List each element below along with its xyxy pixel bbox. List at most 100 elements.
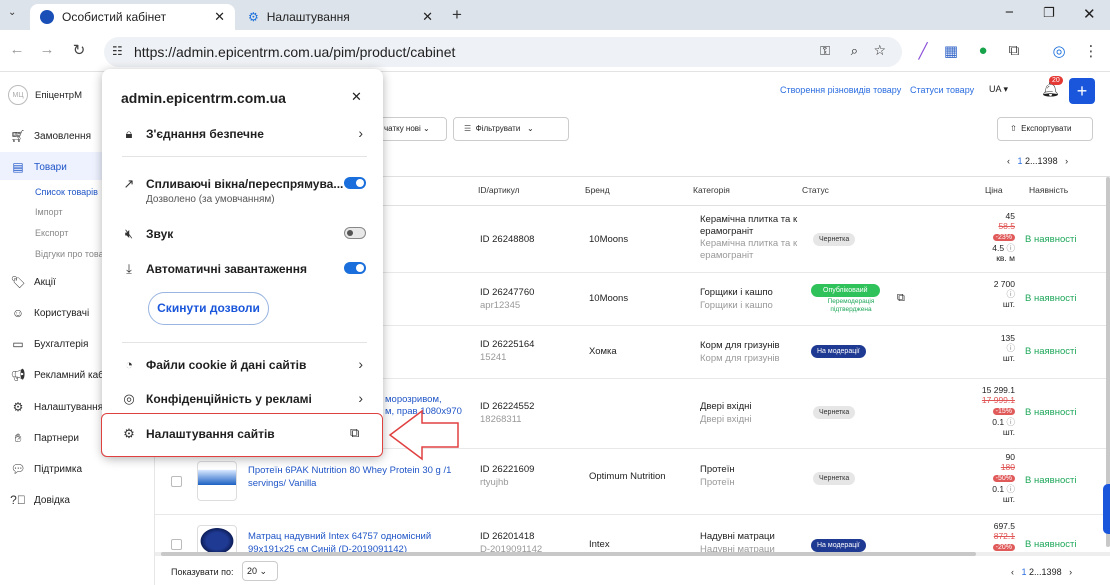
site-info-icon[interactable]: ☷	[112, 44, 123, 58]
grammarly-icon[interactable]: ●	[972, 42, 994, 59]
promo-icon: 🏷︎	[10, 275, 26, 289]
sidebar-subitem-import[interactable]: Імпорт	[35, 207, 63, 217]
tab-title: Налаштування	[266, 10, 350, 24]
product-brand: Intex	[589, 539, 610, 550]
zoom-icon[interactable]: ⌕	[851, 43, 858, 59]
tab-list-button[interactable]: ⌄	[8, 7, 16, 18]
forward-icon[interactable]: →	[36, 41, 58, 58]
info-icon[interactable]: ⓘ	[1006, 484, 1015, 494]
divider	[122, 156, 367, 157]
filter-icon: ☰	[464, 124, 472, 133]
sidebar-item-orders[interactable]: 🛒︎ Замовлення	[10, 129, 91, 143]
pen-extension-icon[interactable]: ╱	[912, 42, 934, 60]
language-select[interactable]: UA ▾	[989, 84, 1008, 95]
address-bar[interactable]: ☷ https://admin.epicentrm.com.ua/pim/pro…	[104, 37, 902, 67]
current-page[interactable]: 1	[1018, 156, 1023, 166]
new-tab-button[interactable]: +	[452, 5, 462, 25]
per-page-label: Показувати по:	[171, 567, 234, 577]
sidebar-item-accounting[interactable]: ▭ Бухгалтерія	[10, 337, 88, 351]
current-page[interactable]: 1	[1022, 567, 1027, 577]
back-icon[interactable]: ←	[6, 41, 28, 58]
key-icon[interactable]: ⚿	[820, 43, 830, 59]
close-tab-icon[interactable]: ✕	[422, 9, 433, 25]
copy-icon[interactable]: ⧉	[897, 292, 905, 305]
cookies-item[interactable]: ◔ Файли cookie й дані сайтів	[122, 357, 306, 372]
minimize-button[interactable]: −	[1005, 4, 1014, 21]
sidebar-item-support[interactable]: 💬︎ Підтримка	[10, 462, 82, 476]
sidebar-item-help[interactable]: ?⃝ Довідка	[10, 493, 70, 507]
link-create-variants[interactable]: Створення різновидів товару	[780, 85, 901, 95]
availability: В наявності	[1025, 346, 1077, 357]
next-page-icon[interactable]: ›	[1065, 156, 1068, 166]
table-row[interactable]: Протеїн 6PAK Nutrition 80 Whey Protein 3…	[155, 449, 1110, 515]
profile-icon[interactable]: ◎	[1048, 42, 1070, 60]
chevron-right-icon: ›	[358, 356, 363, 372]
side-widget-button[interactable]	[1103, 484, 1110, 534]
tab-cabinet[interactable]: Особистий кабінет ✕	[30, 4, 235, 30]
info-icon[interactable]: ⓘ	[1006, 343, 1015, 353]
browser-menu-icon[interactable]: ⋮	[1080, 42, 1102, 60]
product-brand: Optimum Nutrition	[589, 471, 666, 482]
reload-icon[interactable]: ↻	[68, 41, 90, 59]
sidebar-subitem-export[interactable]: Експорт	[35, 228, 68, 238]
sidebar-item-products-label[interactable]: ▤ Товари	[10, 160, 66, 174]
logo-badge: МЦ	[8, 85, 28, 105]
tab-settings[interactable]: ⚙ Налаштування ✕	[238, 4, 443, 30]
sidebar-item-promo[interactable]: 🏷︎ Акції	[10, 275, 55, 289]
sidebar-item-partners[interactable]: ✋︎ Партнери	[10, 431, 79, 446]
product-name[interactable]: Матрац надувний Intex 64757 одномісний	[248, 531, 431, 543]
maximize-button[interactable]: ❐	[1043, 5, 1055, 21]
filter-button[interactable]: ☰ Фільтрувати ⌄	[453, 117, 569, 141]
sidebar-item-ads[interactable]: 📢︎ Рекламний кабі	[10, 368, 106, 382]
extensions-puzzle-icon[interactable]: ⧉	[1003, 42, 1025, 59]
product-name[interactable]: морозривом,	[385, 394, 442, 406]
price-block: 90 180 -50% 0.1 ⓘ шт.	[992, 452, 1015, 504]
product-article: 18268311	[480, 414, 522, 425]
col-header-price: Ціна	[985, 185, 1003, 195]
add-product-button[interactable]: +	[1069, 78, 1095, 104]
chevron-right-icon: ›	[358, 390, 363, 406]
browser-titlebar: ⌄ Особистий кабінет ✕ ⚙ Налаштування ✕ +…	[0, 0, 1110, 30]
connection-secure-item[interactable]: 🔒︎ З'єднання безпечне	[122, 126, 264, 142]
extension-grid-icon[interactable]: ▦	[940, 42, 962, 60]
popups-toggle[interactable]	[344, 177, 366, 189]
horizontal-scrollbar[interactable]	[155, 552, 1110, 556]
next-page-icon[interactable]: ›	[1069, 567, 1072, 577]
chevron-down-icon: ▾	[1003, 84, 1009, 94]
sound-toggle[interactable]	[344, 227, 366, 239]
prev-page-icon[interactable]: ‹	[1011, 567, 1014, 577]
sidebar-subitem-product-list[interactable]: Список товарів	[35, 187, 98, 197]
product-category: Двері вхідні	[700, 401, 752, 412]
bookmark-star-icon[interactable]: ☆	[873, 42, 886, 59]
table-row[interactable]: Матрац надувний Intex 64757 одномісний 9…	[155, 515, 1110, 553]
sidebar-item-label: Довідка	[34, 494, 70, 506]
sidebar-item-users[interactable]: ☺ Користувачі	[10, 306, 89, 320]
popup-close-icon[interactable]: ✕	[351, 89, 362, 105]
close-tab-icon[interactable]: ✕	[214, 9, 225, 25]
info-icon[interactable]: ⓘ	[1006, 243, 1015, 253]
scrollbar-thumb[interactable]	[161, 552, 976, 556]
status-badge: Чернетка	[813, 233, 856, 246]
info-icon[interactable]: ⓘ	[1006, 289, 1015, 299]
sidebar-item-settings[interactable]: ⚙ Налаштування	[10, 400, 104, 414]
ad-privacy-item[interactable]: ◎ Конфіденційність у рекламі	[122, 391, 312, 407]
product-category-sub: Керамічна плитка та к ерамограніт	[700, 238, 798, 261]
row-checkbox[interactable]	[171, 476, 182, 487]
row-checkbox[interactable]	[171, 539, 182, 550]
downloads-toggle[interactable]	[344, 262, 366, 274]
status-badge: На модерації	[811, 539, 866, 552]
info-icon[interactable]: ⓘ	[1006, 417, 1015, 427]
other-pages[interactable]: 2...1398	[1029, 567, 1062, 577]
reset-permissions-button[interactable]: Скинути дозволи	[148, 292, 269, 325]
close-window-button[interactable]: ✕	[1083, 5, 1096, 23]
link-product-statuses[interactable]: Статуси товару	[910, 85, 974, 95]
product-name[interactable]: Протеїн 6PAK Nutrition 80 Whey Protein 3…	[248, 465, 451, 477]
sort-select[interactable]: чатку нові ⌄	[380, 117, 447, 141]
prev-page-icon[interactable]: ‹	[1007, 156, 1010, 166]
other-pages[interactable]: 2...1398	[1025, 156, 1058, 166]
per-page-select[interactable]: 20 ⌄	[242, 561, 278, 581]
sidebar-item-label: Користувачі	[34, 307, 90, 319]
product-name-line2[interactable]: servings/ Vanilla	[248, 478, 316, 490]
export-button[interactable]: ⇧ Експортувати	[997, 117, 1093, 141]
product-category-sub: Горщики і кашпо	[700, 300, 773, 311]
